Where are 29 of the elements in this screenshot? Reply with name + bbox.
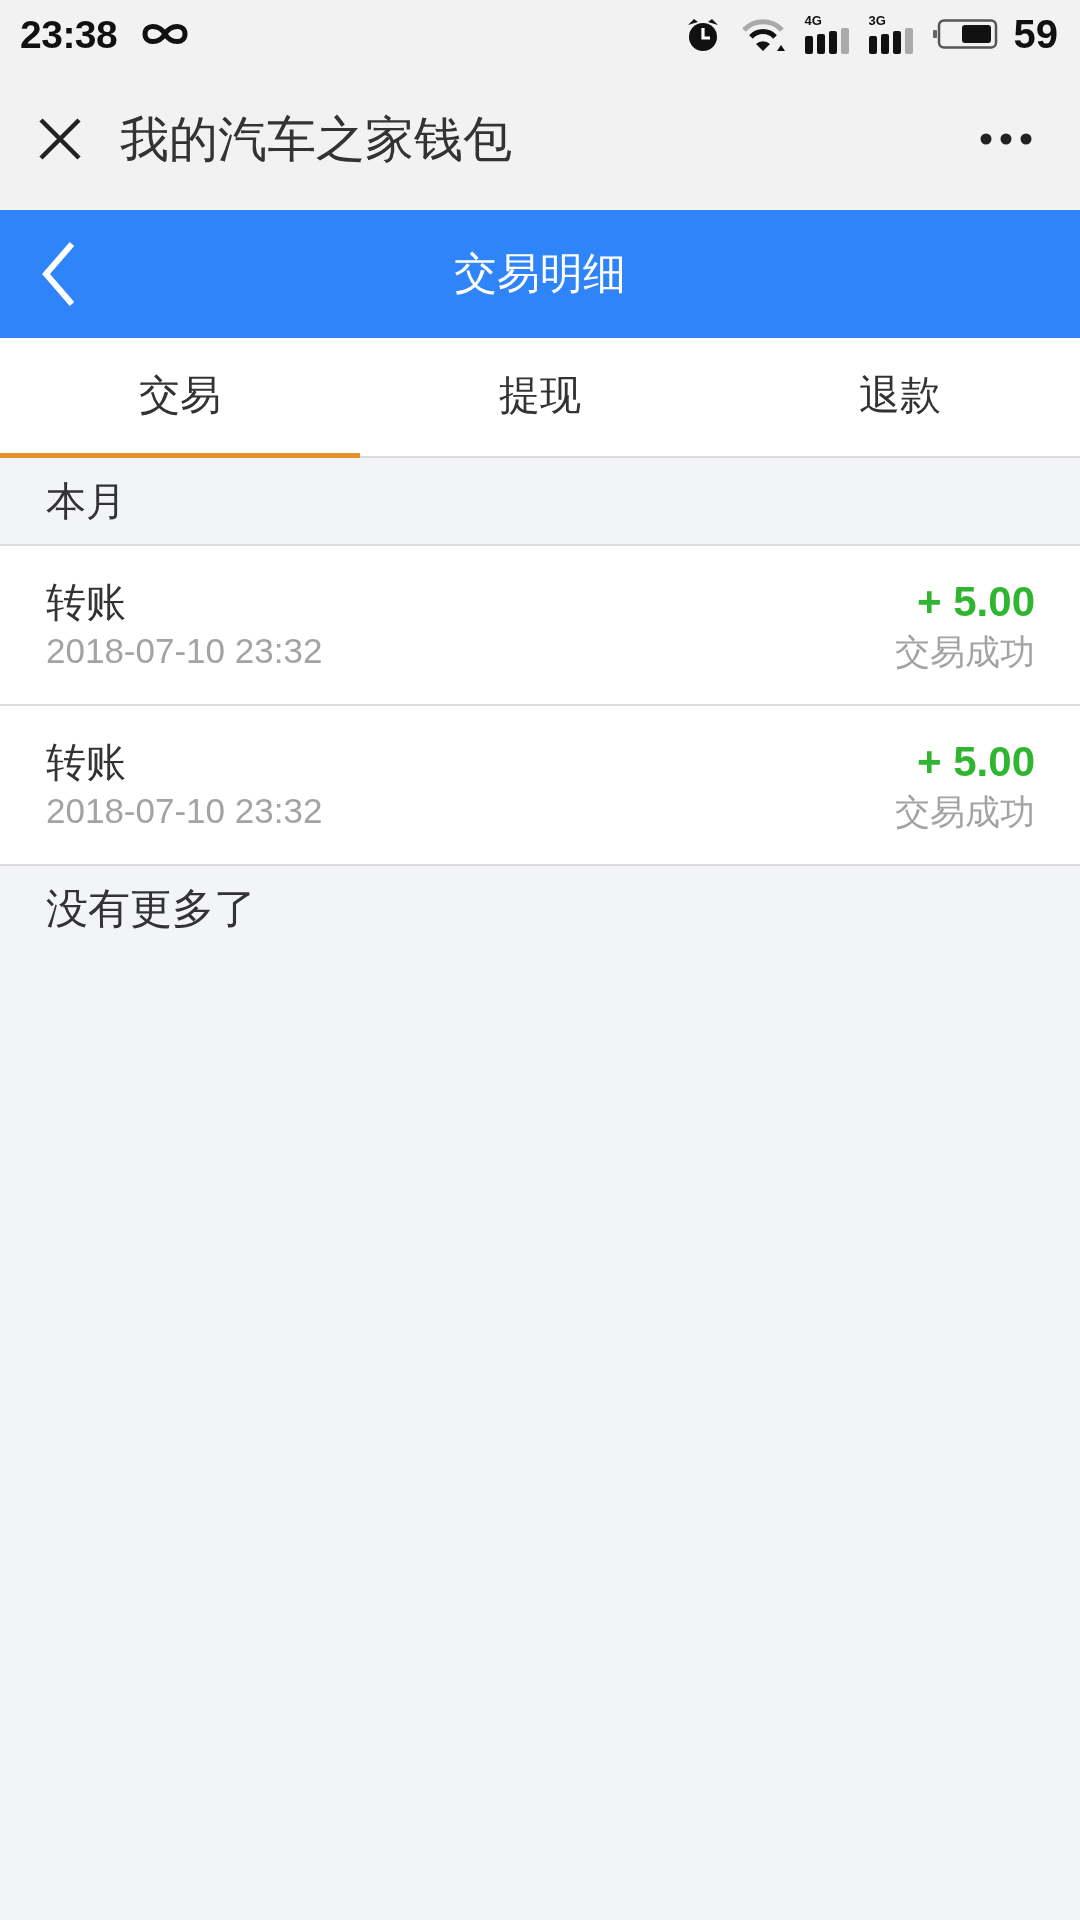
transaction-amount: + 5.00: [917, 576, 1035, 627]
battery-percent: 59: [1013, 14, 1058, 54]
tab[interactable]: 退款: [720, 338, 1080, 458]
transaction-title: 转账: [46, 739, 126, 787]
section-title: 本月: [46, 478, 126, 525]
transaction-row[interactable]: 转账 2018-07-10 23:32 + 5.00 交易成功: [0, 546, 1080, 706]
transaction-time: 2018-07-10 23:32: [46, 790, 323, 833]
signal-icon: [804, 28, 849, 54]
window-title: 我的汽车之家钱包: [120, 110, 512, 168]
tab[interactable]: 提现: [360, 338, 720, 458]
more-button[interactable]: [980, 133, 1032, 145]
page-title: 交易明细: [454, 248, 626, 300]
transaction-time: 2018-07-10 23:32: [46, 630, 323, 673]
wifi-icon: [740, 17, 785, 51]
end-of-list-note: 没有更多了: [46, 885, 256, 932]
close-icon: [38, 117, 82, 161]
transaction-status: 交易成功: [895, 791, 1035, 834]
tab[interactable]: 交易: [0, 338, 360, 458]
close-button[interactable]: [38, 117, 82, 161]
battery-icon: [932, 19, 998, 49]
transaction-status: 交易成功: [895, 631, 1035, 674]
network-label: 3G: [868, 14, 887, 27]
more-icon: [980, 133, 1032, 145]
network-label: 4G: [804, 14, 823, 27]
status-time: 23:38: [20, 14, 118, 54]
signal-icon: [868, 28, 913, 54]
transaction-amount: + 5.00: [917, 736, 1035, 787]
transaction-title: 转账: [46, 579, 126, 627]
transaction-row[interactable]: 转账 2018-07-10 23:32 + 5.00 交易成功: [0, 706, 1080, 866]
